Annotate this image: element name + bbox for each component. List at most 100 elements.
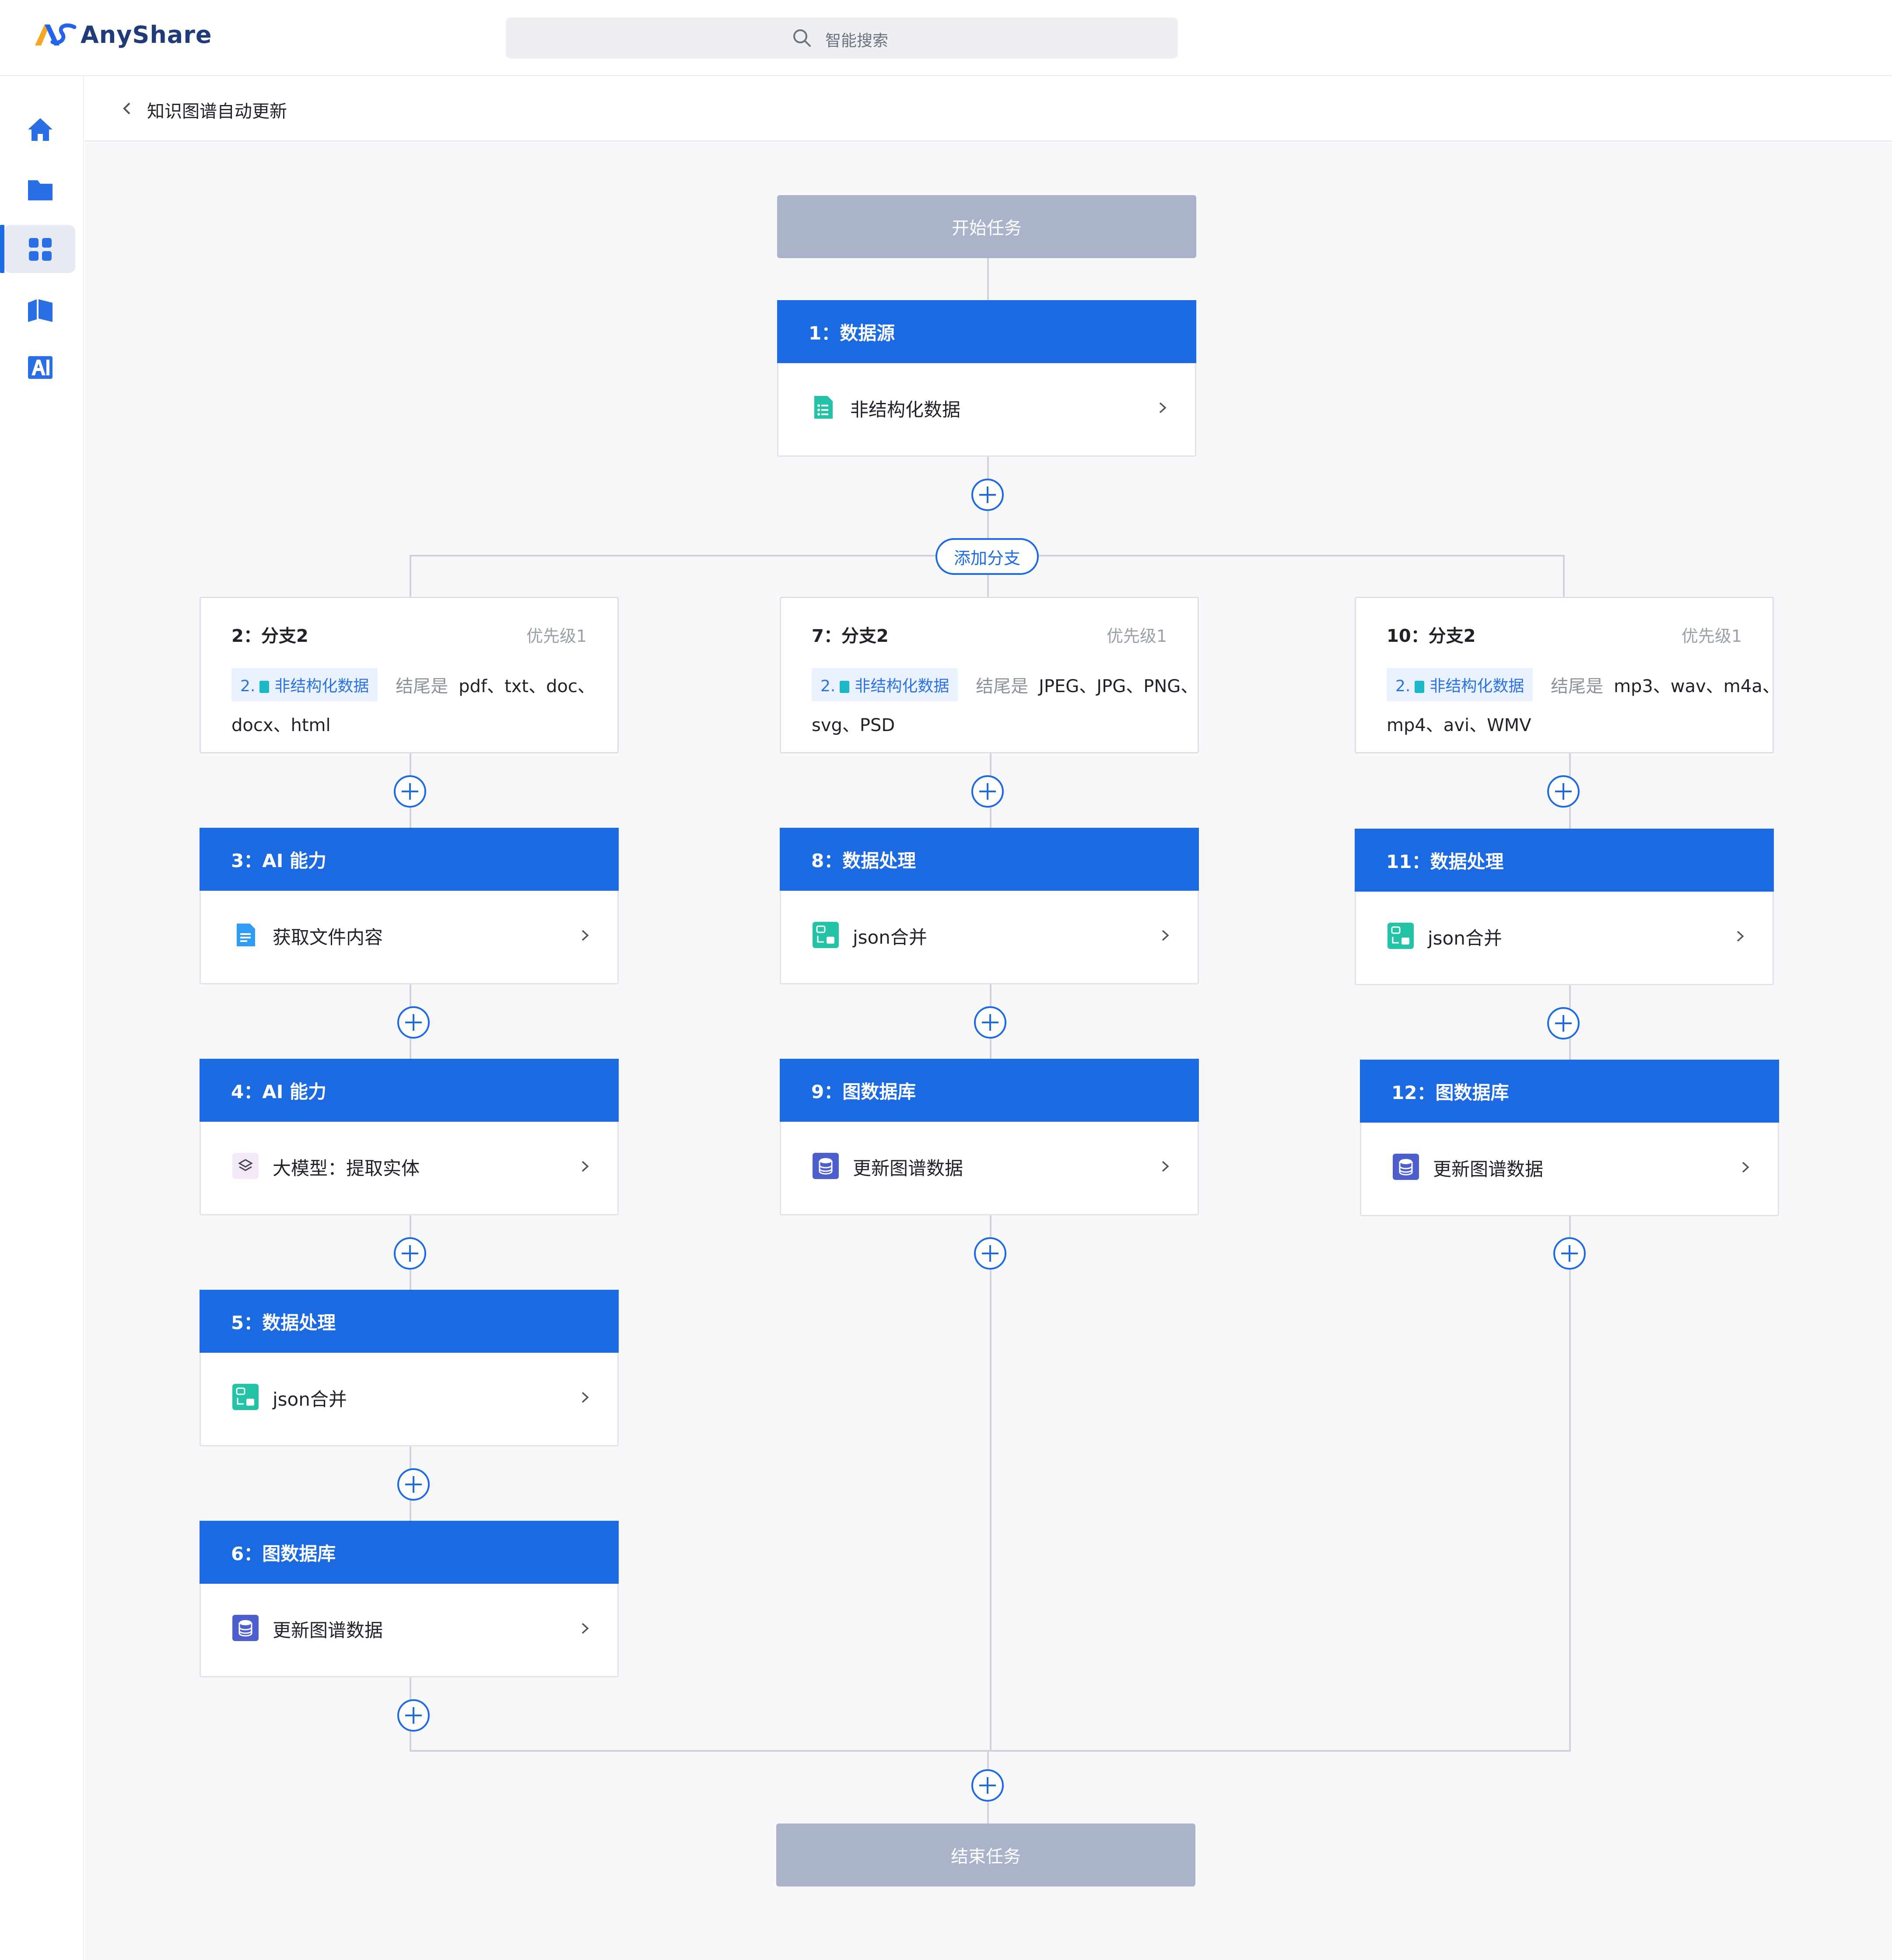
node-graph-database[interactable]: 12：图数据库 更新图谱数据 [1360,1060,1779,1216]
node-label: 更新图谱数据 [1433,1158,1544,1180]
search-placeholder: 智能搜索 [825,32,889,50]
chevron-right-icon[interactable] [577,928,592,943]
tag-label: 非结构化数据 [1430,677,1524,695]
ai-icon [28,356,53,379]
tag-number: 2. [820,677,836,695]
node-title: 6：图数据库 [200,1521,619,1584]
condition-value: JPEG、JPG、PNG、 [1039,676,1198,696]
file-text-icon [237,924,255,946]
chevron-right-icon[interactable] [1155,400,1170,415]
node-ai-capability[interactable]: 3：AI 能力 获取文件内容 [200,828,619,984]
condition-value-cont: mp4、avi、WMV [1387,715,1531,735]
doc-icon [840,681,850,693]
node-data-processing[interactable]: 8：数据处理 json合并 [780,828,1199,984]
add-step-button[interactable] [1547,775,1580,808]
node-graph-database[interactable]: 9：图数据库 更新图谱数据 [780,1059,1199,1215]
condition-tag: 2. 非结构化数据 [1387,668,1533,701]
condition-tag: 2. 非结构化数据 [231,668,378,701]
node-graph-database[interactable]: 6：图数据库 更新图谱数据 [200,1521,619,1677]
end-task-button[interactable]: 结束任务 [776,1824,1195,1886]
add-step-button[interactable] [1547,1007,1580,1040]
chevron-right-icon[interactable] [577,1159,592,1174]
chevron-right-icon[interactable] [1157,928,1172,943]
node-title: 5：数据处理 [200,1290,619,1353]
app-logo-text[interactable]: AnyShare [81,21,212,49]
node-ai-capability[interactable]: 4：AI 能力 大模型：提取实体 [200,1059,619,1215]
connector [987,258,989,302]
tag-label: 非结构化数据 [855,677,950,695]
unstructured-data-icon [814,396,833,419]
app-window: AnyShare 智能搜索 知识图谱自动更新 开始任务 结束任务 1：数据源 非… [0,0,1892,1960]
add-step-button[interactable] [971,1769,1004,1802]
node-data-processing[interactable]: 11：数据处理 json合并 [1355,829,1774,985]
branch-card[interactable]: 7：分支2 优先级1 2. 非结构化数据 结尾是 JPEG、JPG、PNG、 svg… [780,597,1199,753]
branch-card[interactable]: 10：分支2 优先级1 2. 非结构化数据 结尾是 mp3、wav、m4a、 mp4… [1355,597,1780,753]
branch-priority: 优先级1 [1681,626,1742,646]
chevron-right-icon[interactable] [1732,929,1747,944]
page-header [85,76,1892,142]
search-icon [793,29,811,47]
connector [410,1750,1571,1752]
doc-icon [259,681,270,693]
node-data-processing[interactable]: 5：数据处理 json合并 [200,1290,619,1446]
chevron-right-icon[interactable] [577,1390,592,1405]
condition-value-cont: svg、PSD [812,715,895,735]
node-title: 8：数据处理 [780,828,1199,891]
sidebar-item-ai[interactable] [4,343,75,391]
condition-operator: 结尾是 [396,676,448,696]
condition-operator: 结尾是 [1551,676,1604,696]
database-icon [232,1615,259,1641]
database-icon [1393,1154,1419,1180]
node-label: 更新图谱数据 [273,1620,383,1641]
add-step-button[interactable] [397,1006,430,1039]
chevron-right-icon[interactable] [1738,1160,1752,1175]
node-label: 非结构化数据 [850,399,961,420]
add-step-button[interactable] [397,1699,430,1732]
connector [1563,555,1565,598]
branch-priority: 优先级1 [526,626,587,646]
add-step-button[interactable] [394,1237,426,1270]
chevron-left-icon[interactable] [119,101,135,116]
sidebar-item-apps[interactable] [0,225,75,273]
node-data-source[interactable]: 1：数据源 非结构化数据 [777,300,1196,457]
sidebar-item-files[interactable] [4,165,75,214]
condition-value: mp3、wav、m4a、 [1614,676,1780,696]
condition-operator: 结尾是 [976,676,1029,696]
folder-icon [28,180,53,200]
add-branch-button[interactable]: 添加分支 [935,538,1039,575]
home-icon [28,118,53,141]
top-bar: AnyShare 智能搜索 [0,0,1892,76]
node-title: 12：图数据库 [1360,1060,1779,1123]
add-step-button[interactable] [974,1237,1006,1270]
connector [410,555,411,598]
branch-card[interactable]: 2：分支2 优先级1 2. 非结构化数据 结尾是 pdf、txt、doc、 docx… [200,597,619,753]
tag-number: 2. [1395,677,1411,695]
chevron-right-icon[interactable] [1157,1159,1172,1174]
knowledge-book-icon [28,299,53,322]
chevron-right-icon[interactable] [577,1621,592,1636]
node-label: json合并 [273,1389,347,1410]
start-task-button[interactable]: 开始任务 [777,195,1196,258]
add-step-button[interactable] [971,479,1004,511]
database-icon [813,1153,839,1179]
add-step-button[interactable] [394,775,426,808]
condition-value: pdf、txt、doc、 [459,676,595,696]
node-label: json合并 [853,927,927,948]
condition-value-cont: docx、html [231,715,331,735]
node-title: 9：图数据库 [780,1059,1199,1122]
node-title: 4：AI 能力 [200,1059,619,1122]
add-step-button[interactable] [974,1006,1006,1039]
sidebar-item-knowledge[interactable] [4,285,75,333]
node-title: 11：数据处理 [1355,829,1774,892]
add-step-button[interactable] [397,1468,430,1501]
node-title: 1：数据源 [777,300,1196,363]
sidebar [0,76,84,1960]
anyshare-logo-icon [35,23,77,46]
branch-title: 7：分支2 [812,626,889,646]
page-title: 知识图谱自动更新 [147,102,287,122]
add-step-button[interactable] [1553,1237,1586,1270]
node-label: json合并 [1428,928,1502,949]
sidebar-item-home[interactable] [4,105,75,153]
add-step-button[interactable] [971,775,1004,808]
apps-grid-icon [29,238,52,261]
